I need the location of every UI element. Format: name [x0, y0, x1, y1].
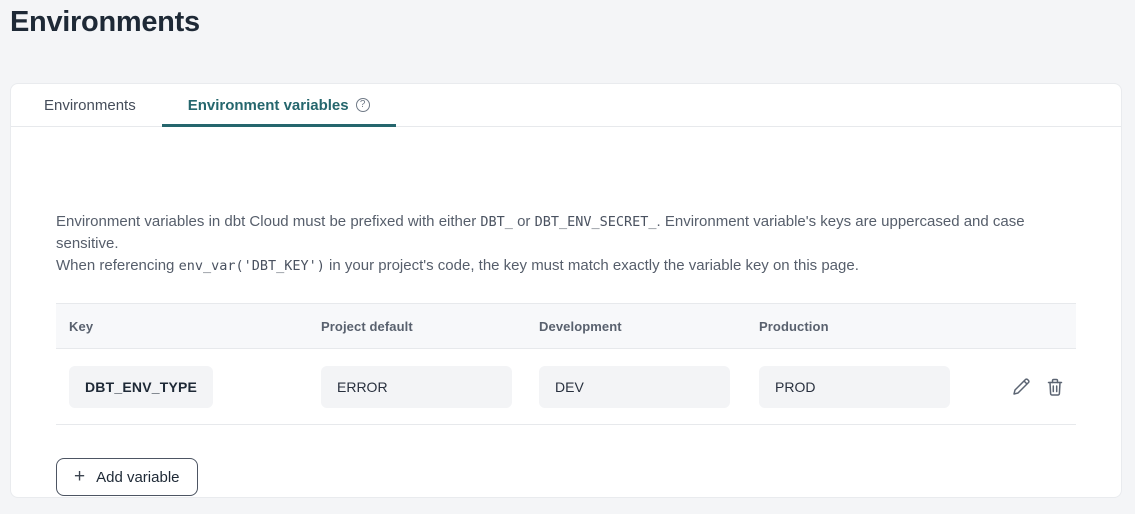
environment-variables-table: Key Project default Development Producti…	[56, 303, 1076, 425]
table-header-row: Key Project default Development Producti…	[56, 303, 1076, 349]
variable-key-badge: DBT_ENV_TYPE	[69, 366, 213, 408]
column-header-production: Production	[746, 319, 966, 334]
tab-environments[interactable]: Environments	[18, 84, 162, 126]
page-title: Environments	[10, 6, 200, 39]
pencil-icon	[1011, 377, 1031, 397]
production-value: PROD	[759, 366, 950, 408]
edit-variable-button[interactable]	[1011, 377, 1031, 397]
help-icon[interactable]: ?	[356, 98, 370, 112]
code-env-var-example: env_var('DBT_KEY')	[179, 258, 325, 274]
tab-content: Environment variables in dbt Cloud must …	[11, 127, 1121, 496]
cell-production: PROD	[746, 366, 966, 408]
table-row: DBT_ENV_TYPE ERROR DEV PROD	[56, 349, 1076, 425]
development-value: DEV	[539, 366, 730, 408]
tab-environments-label: Environments	[44, 97, 136, 114]
description-text: Environment variables in dbt Cloud must …	[56, 211, 1076, 277]
tab-environment-variables-label: Environment variables	[188, 97, 349, 114]
column-header-development: Development	[526, 319, 746, 334]
description-part: Environment variables in dbt Cloud must …	[56, 213, 480, 230]
project-default-value: ERROR	[321, 366, 512, 408]
code-dbt-prefix: DBT_	[480, 214, 513, 230]
tab-bar: Environments Environment variables ?	[11, 84, 1121, 127]
cell-key: DBT_ENV_TYPE	[56, 366, 308, 408]
column-header-key: Key	[56, 319, 308, 334]
trash-icon	[1046, 377, 1064, 397]
active-tab-underline	[162, 124, 396, 127]
description-part: When referencing	[56, 257, 179, 274]
description-part: in your project's code, the key must mat…	[325, 257, 859, 274]
cell-project-default: ERROR	[308, 366, 526, 408]
code-dbt-env-secret-prefix: DBT_ENV_SECRET_	[535, 214, 657, 230]
column-header-project-default: Project default	[308, 319, 526, 334]
delete-variable-button[interactable]	[1046, 377, 1064, 397]
description-part: or	[513, 213, 535, 230]
environment-variables-card: Environments Environment variables ? Env…	[10, 83, 1122, 498]
tab-environment-variables[interactable]: Environment variables ?	[162, 84, 396, 126]
row-actions	[966, 377, 1076, 397]
plus-icon: +	[74, 467, 85, 486]
cell-development: DEV	[526, 366, 746, 408]
add-variable-label: Add variable	[96, 469, 179, 486]
add-variable-button[interactable]: + Add variable	[56, 458, 198, 496]
